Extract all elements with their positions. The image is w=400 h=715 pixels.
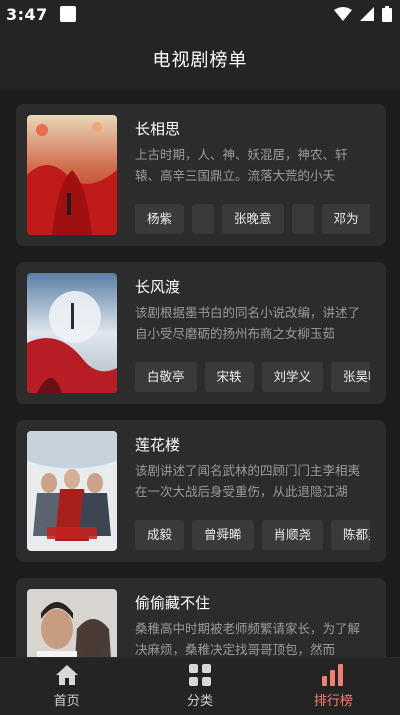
drama-description: 该剧根据墨书白的同名小说改编，讲述了自小受尽磨砺的扬州布商之女柳玉茹 [135, 305, 361, 341]
status-bar: 3:47 [0, 0, 400, 28]
grid-icon [188, 664, 211, 686]
drama-poster [27, 431, 117, 551]
nav-home[interactable]: 首页 [0, 658, 133, 715]
cast-tag[interactable]: 张昊唯 [331, 362, 370, 392]
bottom-nav: 首页 分类 排行榜 [0, 657, 400, 715]
cast-tag[interactable]: 宋轶 [204, 362, 254, 392]
drama-card[interactable]: 长风渡 该剧根据墨书白的同名小说改编，讲述了自小受尽磨砺的扬州布商之女柳玉茹 白… [16, 262, 386, 404]
cast-tags: 杨紫 张晚意 邓为 [135, 204, 370, 234]
cast-tag[interactable] [291, 204, 314, 234]
cast-tags: 成毅 曾舜晞 肖顺尧 陈都灵 [135, 520, 370, 550]
nav-ranking-label: 排行榜 [313, 694, 353, 709]
drama-title: 偷偷藏不住 [135, 594, 211, 612]
drama-description: 桑稚高中时期被老师频繁请家长，为了解决麻烦，桑稚决定找哥哥顶包，然而 [135, 621, 361, 657]
drama-poster [27, 115, 117, 235]
nav-home-label: 首页 [53, 694, 80, 709]
nav-category[interactable]: 分类 [133, 658, 266, 715]
nav-ranking[interactable]: 排行榜 [267, 658, 400, 715]
cast-tag[interactable]: 曾舜晞 [192, 520, 254, 550]
nav-category-label: 分类 [186, 694, 213, 709]
drama-title: 莲花楼 [135, 436, 181, 454]
signal-icon [360, 7, 374, 21]
drama-card[interactable]: 长相思 上古时期，人、神、妖混居，神农、轩辕、高辛三国鼎立。流落大荒的小夭 杨紫… [16, 104, 386, 246]
ranking-icon [322, 664, 344, 686]
drama-description: 该剧讲述了闻名武林的四顾门门主李相夷在一次大战后身受重伤，从此退隐江湖 [135, 463, 361, 499]
cast-tag[interactable]: 成毅 [135, 520, 185, 550]
cast-tag[interactable]: 张晚意 [222, 204, 284, 234]
cast-tag[interactable] [192, 204, 215, 234]
status-time: 3:47 [6, 4, 48, 24]
drama-poster [27, 273, 117, 393]
page-title: 电视剧榜单 [152, 50, 248, 71]
cast-tag[interactable]: 杨紫 [135, 204, 185, 234]
drama-list: 长相思 上古时期，人、神、妖混居，神农、轩辕、高辛三国鼎立。流落大荒的小夭 杨紫… [16, 104, 386, 715]
drama-title: 长风渡 [135, 278, 181, 296]
cast-tag[interactable]: 白敬亭 [135, 362, 197, 392]
cast-tag[interactable]: 陈都灵 [331, 520, 370, 550]
notification-icon [59, 6, 76, 22]
app-header: 电视剧榜单 [0, 28, 400, 90]
drama-card[interactable]: 莲花楼 该剧讲述了闻名武林的四顾门门主李相夷在一次大战后身受重伤，从此退隐江湖 … [16, 420, 386, 562]
drama-description: 上古时期，人、神、妖混居，神农、轩辕、高辛三国鼎立。流落大荒的小夭 [135, 147, 348, 183]
wifi-icon [334, 7, 352, 21]
drama-title: 长相思 [135, 120, 181, 138]
cast-tag[interactable]: 邓为 [321, 204, 370, 234]
cast-tag[interactable]: 肖顺尧 [261, 520, 324, 550]
home-icon [55, 665, 78, 685]
cast-tags: 白敬亭 宋轶 刘学义 张昊唯 [135, 362, 370, 392]
cast-tag[interactable]: 刘学义 [261, 362, 324, 392]
battery-icon [382, 6, 392, 22]
